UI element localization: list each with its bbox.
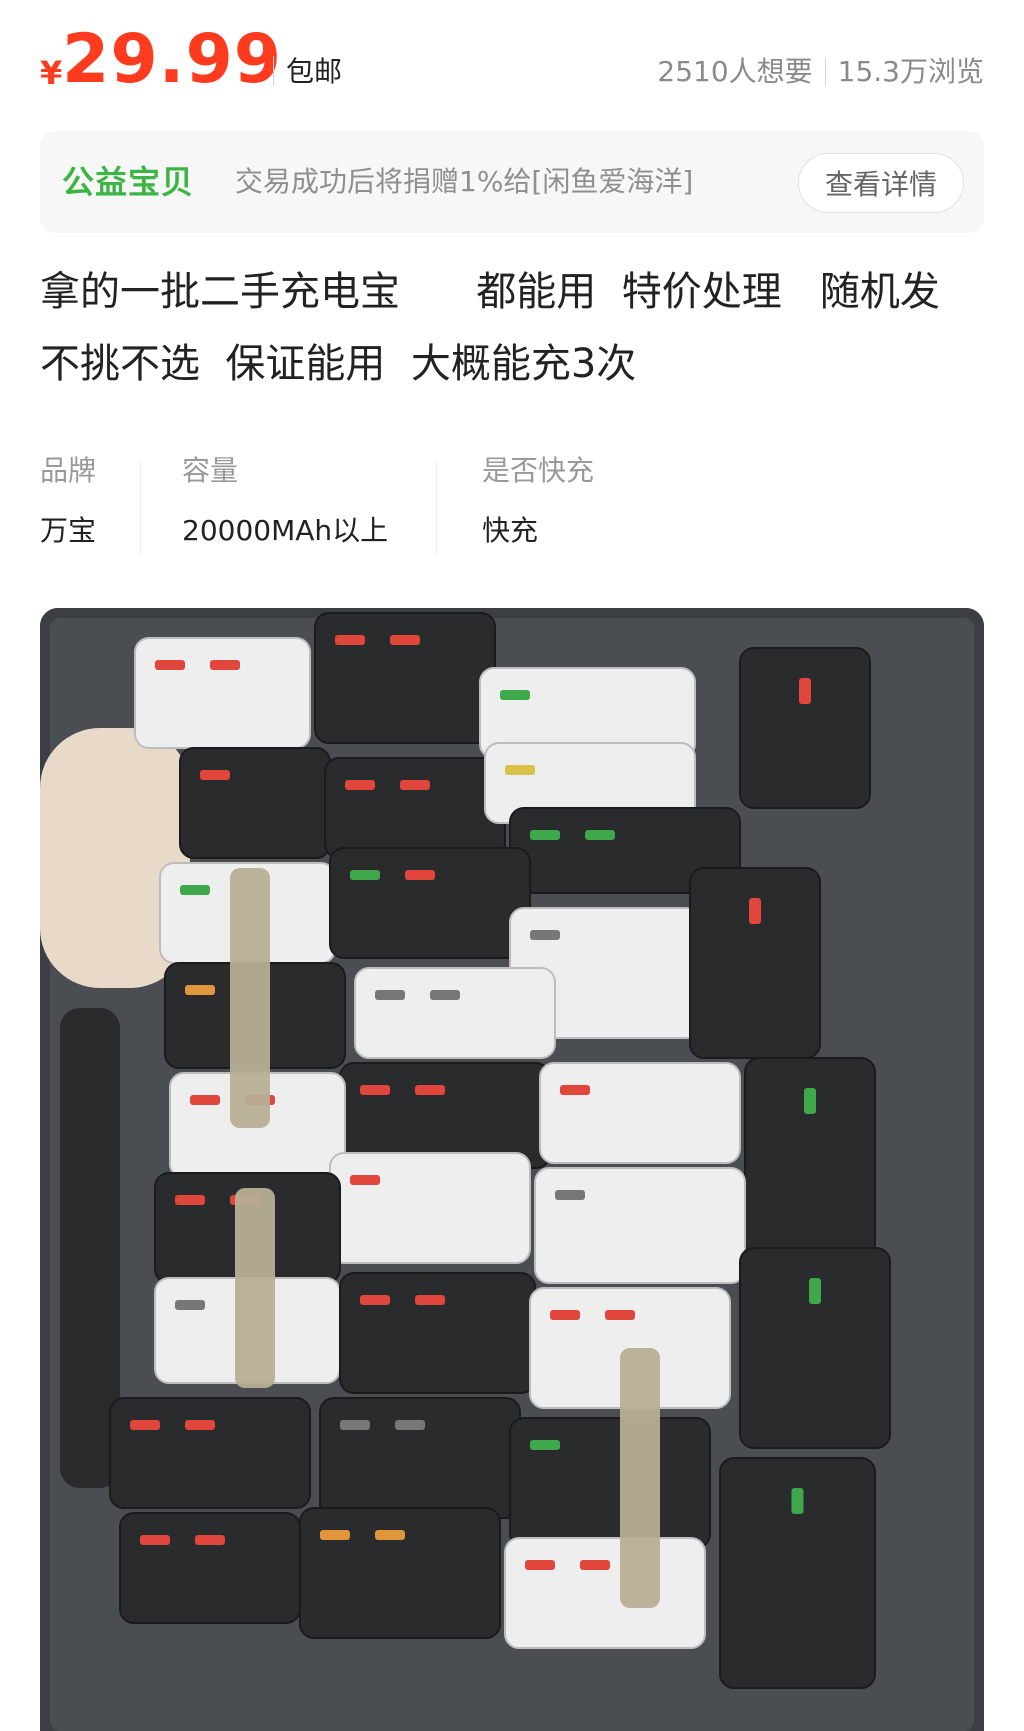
charging-port [395, 1420, 425, 1430]
charging-port [360, 1085, 390, 1095]
charging-port [400, 780, 430, 790]
charging-port [350, 870, 380, 880]
charging-port [175, 1300, 205, 1310]
power-bank [134, 637, 311, 749]
spec-divider [140, 462, 141, 554]
spec-value: 万宝 [40, 514, 97, 547]
charging-port [560, 1085, 590, 1095]
power-bank [689, 867, 821, 1059]
product-photo-illustration [40, 608, 984, 1731]
power-bank [354, 967, 556, 1059]
power-bank [329, 847, 531, 959]
charging-port [415, 1295, 445, 1305]
currency-symbol: ¥ [40, 54, 63, 92]
charging-port [130, 1420, 160, 1430]
charging-port [200, 770, 230, 780]
power-bank [319, 1397, 521, 1519]
charging-port [185, 985, 215, 995]
power-bank [179, 747, 331, 859]
spec-brand: 品牌 万宝 [40, 450, 130, 560]
charging-port [195, 1535, 225, 1545]
power-bank [739, 647, 871, 809]
charging-port [185, 1420, 215, 1430]
charging-port [530, 930, 560, 940]
power-bank [534, 1167, 746, 1284]
power-bank [339, 1272, 536, 1394]
charging-port [791, 1488, 804, 1514]
charging-port [210, 660, 240, 670]
charging-port [180, 885, 210, 895]
price-divider [273, 56, 274, 86]
charging-port [799, 678, 811, 704]
product-photo[interactable] [40, 608, 984, 1731]
lanyard-strap [620, 1348, 660, 1608]
charging-port [155, 660, 185, 670]
charging-port [140, 1535, 170, 1545]
stats-divider [824, 58, 826, 86]
spec-table: 品牌 万宝 容量 20000MAh以上 是否快充 快充 [40, 450, 984, 560]
spec-label: 品牌 [40, 454, 97, 487]
power-bank [539, 1062, 741, 1164]
wants-count: 2510人想要 [657, 55, 813, 88]
power-bank [109, 1397, 311, 1509]
charging-port [175, 1195, 205, 1205]
lanyard-strap [235, 1188, 275, 1388]
charging-port [804, 1088, 816, 1114]
charging-port [749, 898, 761, 924]
power-bank [324, 757, 506, 859]
price-row: ¥ 29.99 包邮 2510人想要 15.3万浏览 [40, 22, 984, 102]
charging-port [809, 1278, 821, 1304]
charging-port [415, 1085, 445, 1095]
item-stats: 2510人想要 15.3万浏览 [657, 52, 984, 92]
charging-port [550, 1310, 580, 1320]
charity-text: 交易成功后将捐赠1%给[闲鱼爱海洋] [235, 165, 694, 198]
description-line: 不挑不选 保证能用 大概能充3次 [40, 341, 637, 387]
lanyard-strap [230, 868, 270, 1128]
description-line: 拿的一批二手充电宝 都能用 特价处理 随机发 [40, 269, 940, 315]
charity-banner: 公益宝贝 交易成功后将捐赠1%给[闲鱼爱海洋] 查看详情 [40, 131, 984, 233]
charging-port [360, 1295, 390, 1305]
item-description: 拿的一批二手充电宝 都能用 特价处理 随机发 不挑不选 保证能用 大概能充3次 [40, 256, 984, 400]
charging-port [375, 990, 405, 1000]
power-bank [504, 1537, 706, 1649]
power-bank [119, 1512, 301, 1624]
spec-value: 20000MAh以上 [182, 514, 389, 547]
spec-divider [436, 462, 437, 554]
spec-label: 是否快充 [482, 454, 595, 487]
charging-port [605, 1310, 635, 1320]
charging-port [390, 635, 420, 645]
charging-port [345, 780, 375, 790]
charging-port [505, 765, 535, 775]
spec-label: 容量 [182, 454, 239, 487]
power-bank [299, 1507, 501, 1639]
charging-port [335, 635, 365, 645]
charging-port [500, 690, 530, 700]
charging-port [585, 830, 615, 840]
charging-port [405, 870, 435, 880]
charging-port [530, 1440, 560, 1450]
charging-port [350, 1175, 380, 1185]
view-details-button[interactable]: 查看详情 [798, 153, 964, 213]
charging-port [525, 1560, 555, 1570]
spec-fast-charge: 是否快充 快充 [482, 450, 682, 560]
power-bank [329, 1152, 531, 1264]
price-amount: 29.99 [62, 20, 283, 99]
free-shipping-label: 包邮 [286, 55, 343, 88]
charging-port [555, 1190, 585, 1200]
power-bank [509, 1417, 711, 1549]
charging-port [530, 830, 560, 840]
charging-port [430, 990, 460, 1000]
charging-port [580, 1560, 610, 1570]
views-count: 15.3万浏览 [837, 55, 984, 88]
charging-port [340, 1420, 370, 1430]
charging-port [375, 1530, 405, 1540]
spec-value: 快充 [482, 514, 539, 547]
charging-port [190, 1095, 220, 1105]
charity-badge: 公益宝贝 [62, 163, 195, 201]
spec-capacity: 容量 20000MAh以上 [182, 450, 442, 560]
power-bank [314, 612, 496, 744]
charging-port [320, 1530, 350, 1540]
